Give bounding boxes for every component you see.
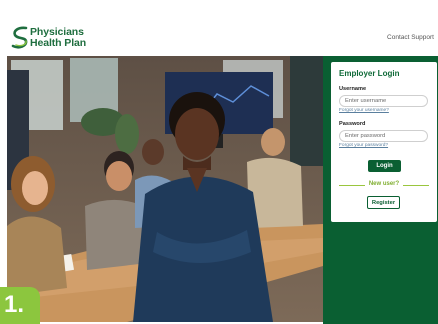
- logo-mark-icon: [11, 26, 28, 49]
- employer-login-card: Employer Login Username Forgot your user…: [331, 62, 437, 222]
- login-title: Employer Login: [339, 69, 400, 78]
- username-input[interactable]: [339, 95, 428, 107]
- username-label: Username: [339, 86, 367, 92]
- login-button[interactable]: Login: [368, 160, 401, 172]
- register-button[interactable]: Register: [367, 196, 400, 209]
- password-input[interactable]: [339, 130, 428, 142]
- brand-line-2: Health Plan: [30, 37, 87, 49]
- new-user-text: New user?: [368, 181, 400, 187]
- brand-name: Physicians Health Plan: [30, 27, 86, 49]
- forgot-password-link[interactable]: Forgot your password?: [339, 143, 388, 148]
- contact-support-link[interactable]: Contact Support: [387, 34, 434, 41]
- forgot-username-link[interactable]: Forgot your username?: [339, 108, 389, 113]
- brand-logo[interactable]: Physicians Health Plan: [10, 25, 130, 51]
- step-number: 1.: [4, 291, 25, 318]
- site-header: Physicians Health Plan Contact Support: [0, 0, 438, 56]
- step-number-badge: 1.: [0, 287, 40, 324]
- office-scene-illustration: [7, 56, 323, 322]
- hero-photo: [7, 56, 323, 322]
- password-label: Password: [339, 121, 366, 127]
